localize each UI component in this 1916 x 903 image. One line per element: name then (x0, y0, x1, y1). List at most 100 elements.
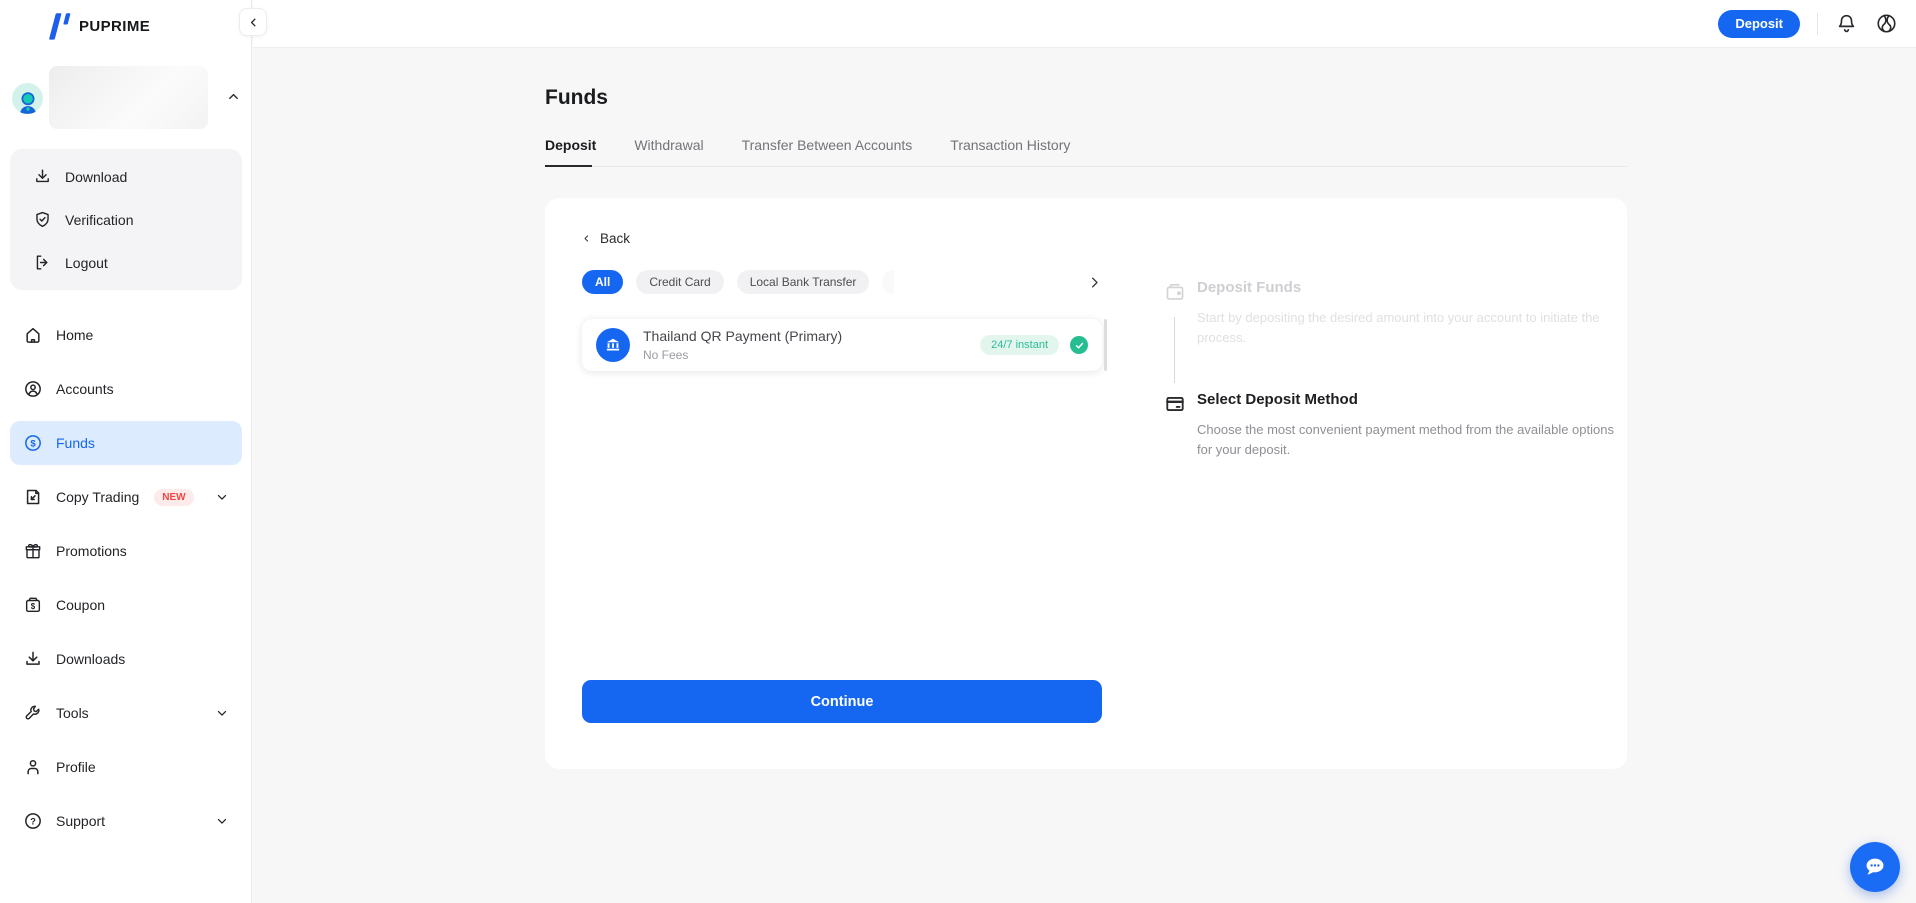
filter-chip-all[interactable]: All (582, 270, 623, 294)
funds-icon: $ (23, 433, 43, 453)
back-label: Back (600, 231, 630, 246)
sidebar-nav: Home Accounts $ Funds Copy Trading NEW (10, 313, 242, 853)
sidebar-item-copy-trading[interactable]: Copy Trading NEW (10, 475, 242, 519)
globe-icon[interactable] (1875, 12, 1898, 35)
account-menu-label: Verification (65, 212, 133, 228)
support-icon: ? (23, 811, 43, 831)
sidebar-item-label: Coupon (56, 597, 105, 613)
chat-bubble-icon (1860, 852, 1890, 882)
continue-button[interactable]: Continue (582, 680, 1102, 723)
selected-check-icon (1070, 336, 1088, 354)
step-connector-line (1174, 317, 1175, 383)
tools-icon (23, 703, 43, 723)
payment-method-row[interactable]: Thailand QR Payment (Primary) No Fees 24… (582, 319, 1102, 371)
tab-withdrawal[interactable]: Withdrawal (634, 137, 703, 166)
sidebar-item-tools[interactable]: Tools (10, 691, 242, 735)
payment-method-fees: No Fees (643, 348, 842, 362)
account-menu-item-download[interactable]: Download (10, 157, 242, 197)
filter-chip-local-bank-transfer[interactable]: Local Bank Transfer (737, 270, 870, 294)
accounts-icon (23, 379, 43, 399)
chevron-up-icon[interactable] (226, 89, 241, 104)
wallet-icon (1164, 281, 1186, 303)
sidebar-item-label: Promotions (56, 543, 127, 559)
chevron-left-icon (582, 233, 591, 244)
sidebar-item-label: Tools (56, 705, 89, 721)
step-title: Select Deposit Method (1197, 391, 1616, 408)
main-content: Funds Deposit Withdrawal Transfer Betwee… (253, 48, 1916, 903)
svg-text:$: $ (31, 602, 36, 611)
sidebar-item-label: Support (56, 813, 105, 829)
coupon-icon: $ (23, 595, 43, 615)
method-filter-chips: All Credit Card Local Bank Transfer (582, 270, 1102, 294)
download-icon (33, 167, 52, 186)
account-menu: Download Verification Logout (10, 149, 242, 290)
tabs: Deposit Withdrawal Transfer Between Acco… (545, 137, 1627, 167)
shield-check-icon (33, 210, 52, 229)
account-name-placeholder (49, 66, 208, 129)
sidebar-item-label: Profile (56, 759, 96, 775)
deposit-steps: Deposit Funds Start by depositing the de… (1164, 279, 1616, 460)
sidebar-item-label: Home (56, 327, 93, 343)
brand-logo[interactable]: PUPRIME (43, 13, 150, 40)
sidebar-item-accounts[interactable]: Accounts (10, 367, 242, 411)
back-button[interactable]: Back (582, 231, 630, 246)
account-menu-item-logout[interactable]: Logout (10, 243, 242, 283)
sidebar-item-label: Funds (56, 435, 95, 451)
filter-chip-credit-card[interactable]: Credit Card (636, 270, 723, 294)
copy-trading-icon (23, 487, 43, 507)
download-icon (23, 649, 43, 669)
logout-icon (33, 253, 52, 272)
tab-transaction-history[interactable]: Transaction History (950, 137, 1070, 166)
methods-scrollbar[interactable] (1104, 319, 1107, 371)
sidebar-item-funds[interactable]: $ Funds (10, 421, 242, 465)
topbar-divider (1817, 13, 1818, 35)
step-select-deposit-method: Select Deposit Method Choose the most co… (1164, 391, 1616, 460)
sidebar-item-label: Downloads (56, 651, 125, 667)
home-icon (23, 325, 43, 345)
account-menu-label: Download (65, 169, 127, 185)
sidebar-item-support[interactable]: ? Support (10, 799, 242, 843)
sidebar-item-profile[interactable]: Profile (10, 745, 242, 789)
deposit-button[interactable]: Deposit (1718, 10, 1800, 38)
chevron-down-icon (215, 490, 229, 504)
step-description: Start by depositing the desired amount i… (1197, 308, 1616, 348)
step-title: Deposit Funds (1197, 279, 1616, 296)
avatar[interactable] (12, 83, 43, 114)
sidebar-item-coupon[interactable]: $ Coupon (10, 583, 242, 627)
sidebar-item-label: Copy Trading (56, 489, 139, 505)
credit-card-icon (1164, 393, 1186, 415)
filter-chip-partial (882, 270, 894, 294)
page-title: Funds (545, 86, 1627, 110)
account-menu-item-verification[interactable]: Verification (10, 200, 242, 240)
sidebar-item-promotions[interactable]: Promotions (10, 529, 242, 573)
sidebar: PUPRIME Download Verification (0, 0, 252, 903)
sidebar-collapse-button[interactable] (239, 8, 267, 36)
payment-method-text: Thailand QR Payment (Primary) No Fees (643, 328, 842, 362)
step-deposit-funds: Deposit Funds Start by depositing the de… (1164, 279, 1616, 391)
chevron-right-icon[interactable] (1087, 275, 1102, 290)
tab-deposit[interactable]: Deposit (545, 137, 596, 166)
chevron-down-icon (215, 706, 229, 720)
sidebar-item-home[interactable]: Home (10, 313, 242, 357)
instant-badge: 24/7 instant (980, 335, 1059, 355)
payment-method-name: Thailand QR Payment (Primary) (643, 328, 842, 344)
bank-icon (596, 328, 630, 362)
profile-icon (23, 757, 43, 777)
sidebar-item-downloads[interactable]: Downloads (10, 637, 242, 681)
topbar: Deposit (253, 0, 1916, 48)
chat-widget-button[interactable] (1850, 842, 1900, 892)
puprime-logo-icon (43, 13, 71, 40)
chevron-down-icon (215, 814, 229, 828)
gift-icon (23, 541, 43, 561)
deposit-panel: Back All Credit Card Local Bank Transfer… (545, 198, 1627, 769)
brand-name: PUPRIME (79, 18, 150, 35)
bell-icon[interactable] (1835, 12, 1858, 35)
new-badge: NEW (154, 489, 193, 506)
account-menu-label: Logout (65, 255, 108, 271)
chevron-left-icon (247, 16, 260, 29)
svg-text:?: ? (30, 816, 36, 826)
step-description: Choose the most convenient payment metho… (1197, 420, 1616, 460)
sidebar-item-label: Accounts (56, 381, 114, 397)
tab-transfer-between-accounts[interactable]: Transfer Between Accounts (742, 137, 913, 166)
svg-text:$: $ (30, 439, 36, 450)
